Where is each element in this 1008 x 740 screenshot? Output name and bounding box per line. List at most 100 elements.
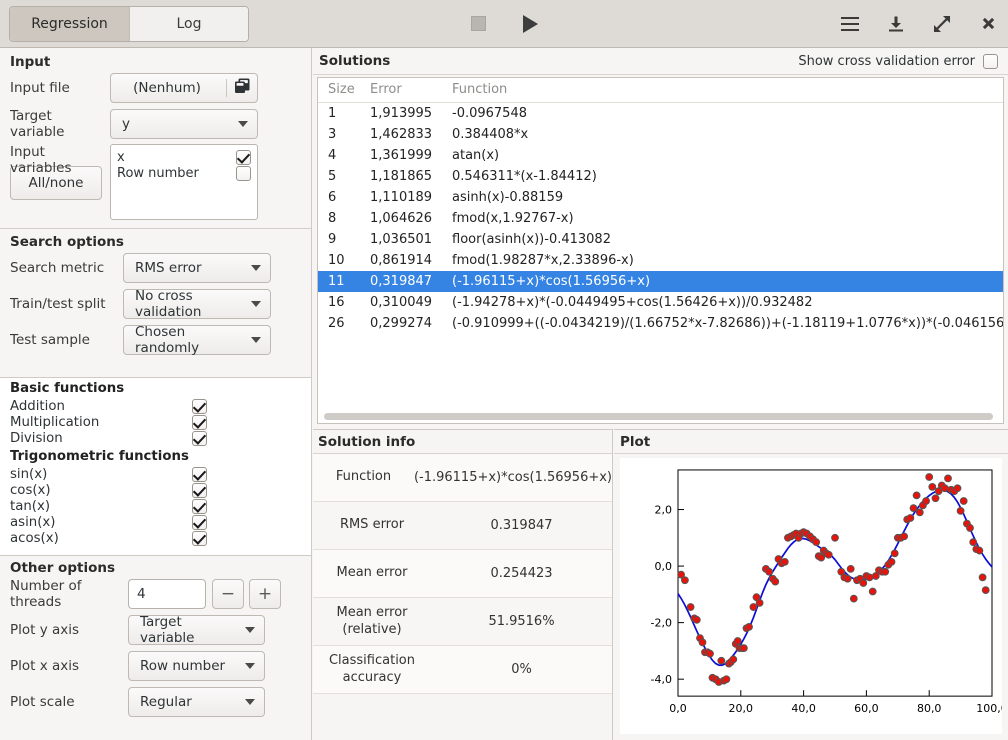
function-label: asin(x)	[10, 514, 56, 530]
function-row-tan[interactable]: tan(x)	[0, 498, 311, 514]
plus-icon: +	[257, 584, 273, 604]
stop-button[interactable]	[463, 9, 493, 39]
list-item[interactable]: x	[117, 149, 251, 165]
solution-info-empty-row	[313, 694, 612, 740]
solution-info-key: Mean error (relative)	[336, 605, 408, 637]
cross-validation-checkbox[interactable]	[983, 53, 998, 69]
maximize-icon	[934, 15, 950, 32]
application-window: Regression Log Input Input file (Nenhum)…	[0, 0, 1008, 740]
data-point	[975, 546, 984, 555]
data-point	[745, 623, 753, 631]
data-point	[686, 603, 695, 611]
function-checkbox-sin[interactable]	[192, 466, 207, 482]
chevron-down-icon	[245, 699, 255, 705]
cross-validation-toggle[interactable]: Show cross validation error	[798, 53, 998, 69]
function-checkbox-division[interactable]	[192, 430, 207, 446]
cell-size: 3	[328, 127, 337, 142]
data-point	[928, 483, 937, 491]
run-button[interactable]	[515, 9, 545, 39]
plot-x-axis-select[interactable]: Row number	[128, 651, 265, 681]
menu-button[interactable]	[836, 10, 864, 38]
plot-canvas[interactable]: 2,0 0,0 -2,0 -4,0 0,0 20,0 40,0 60,0 80,0 100,0	[620, 458, 1002, 734]
table-row[interactable]: 9 1,036501 floor(asinh(x))-0.413082	[318, 229, 1003, 250]
hamburger-menu-icon	[841, 16, 859, 31]
cell-error: 1,913995	[370, 106, 433, 121]
chevron-down-icon	[245, 627, 255, 633]
chevron-down-icon	[245, 663, 255, 669]
train-test-split-select[interactable]: No cross validation	[123, 288, 271, 320]
variable-checkbox-row-number[interactable]	[236, 165, 251, 181]
table-row[interactable]: 11 0,319847 (-1.96115+x)*cos(1.56956+x)	[318, 271, 1003, 292]
threads-increment-button[interactable]: +	[249, 579, 281, 609]
data-point	[909, 504, 918, 513]
data-point	[812, 538, 821, 546]
search-metric-value: RMS error	[135, 260, 202, 276]
cell-size: 9	[328, 232, 337, 247]
data-point	[771, 577, 780, 586]
function-row-cos[interactable]: cos(x)	[0, 482, 311, 498]
table-row[interactable]: 6 1,110189 asinh(x)-0.88159	[318, 187, 1003, 208]
data-point	[915, 508, 924, 517]
data-point	[925, 473, 934, 481]
plot-title: Plot	[620, 433, 651, 450]
function-row-acos[interactable]: acos(x)	[0, 530, 311, 546]
tab-log[interactable]: Log	[129, 6, 248, 41]
data-point	[824, 550, 833, 559]
column-header-size[interactable]: Size	[318, 78, 370, 103]
function-checkbox-multiplication[interactable]	[192, 414, 207, 430]
function-checkbox-acos[interactable]	[192, 530, 207, 546]
cell-function: fmod(1.98287*x,2.33896-x)	[452, 253, 634, 268]
data-point	[681, 576, 689, 585]
test-sample-select[interactable]: Chosen randomly	[123, 324, 271, 356]
list-item[interactable]: Row number	[117, 165, 251, 181]
cell-size: 10	[328, 253, 345, 268]
variable-checkbox-x[interactable]	[236, 149, 251, 165]
input-variables-list[interactable]: x Row number	[110, 144, 258, 220]
function-label: tan(x)	[10, 498, 51, 514]
search-metric-select[interactable]: RMS error	[123, 253, 271, 283]
variable-name: Row number	[117, 165, 199, 181]
train-test-split-value: No cross validation	[135, 288, 202, 320]
table-row[interactable]: 5 1,181865 0.546311*(x-1.84412)	[318, 166, 1003, 187]
table-row[interactable]: 10 0,861914 fmod(1.98287*x,2.33896-x)	[318, 250, 1003, 271]
function-row-asin[interactable]: asin(x)	[0, 514, 311, 530]
maximize-button[interactable]	[928, 10, 956, 38]
function-checkbox-cos[interactable]	[192, 482, 207, 498]
plot-scale-select[interactable]: Regular	[128, 687, 265, 717]
function-row-division[interactable]: Division	[0, 430, 311, 446]
plot-y-axis-select[interactable]: Target variable	[128, 614, 265, 646]
column-header-function[interactable]: Function	[452, 78, 1003, 103]
function-row-multiplication[interactable]: Multiplication	[0, 414, 311, 430]
tab-regression[interactable]: Regression	[10, 6, 129, 41]
function-checkbox-tan[interactable]	[192, 498, 207, 514]
close-button[interactable]	[974, 10, 1002, 38]
table-row[interactable]: 1 1,913995 -0.0967548	[318, 103, 1003, 125]
plot-y-axis-label: Plot y axis	[10, 622, 80, 638]
column-header-error[interactable]: Error	[370, 78, 452, 103]
table-row[interactable]: 26 0,299274 (-0.910999+((-0.0434219)/(1.66…	[318, 313, 1003, 334]
solutions-title: Solutions	[319, 53, 391, 69]
cell-function: atan(x)	[452, 148, 500, 163]
download-button[interactable]	[882, 10, 910, 38]
data-point	[953, 484, 962, 493]
solution-info-key: Mean error	[336, 565, 408, 581]
table-row[interactable]: 4 1,361999 atan(x)	[318, 145, 1003, 166]
function-row-addition[interactable]: Addition	[0, 398, 311, 414]
solutions-table-container[interactable]: Size Error Function 1 1,913995 -0.0967548 3…	[317, 77, 1004, 424]
function-checkbox-addition[interactable]	[192, 398, 207, 414]
table-row[interactable]: 3 1,462833 0.384408*x	[318, 124, 1003, 145]
data-point	[931, 494, 940, 503]
function-checkbox-asin[interactable]	[192, 514, 207, 530]
threads-decrement-button[interactable]: −	[212, 579, 244, 609]
function-row-sin[interactable]: sin(x)	[0, 466, 311, 482]
table-row[interactable]: 8 1,064626 fmod(x,1.92767-x)	[318, 208, 1003, 229]
table-row[interactable]: 16 0,310049 (-1.94278+x)*(-0.0449495+cos(1…	[318, 292, 1003, 313]
search-options-title: Search options	[10, 234, 124, 250]
plot-header: Plot	[614, 430, 1008, 454]
threads-input[interactable]: 4	[128, 579, 206, 609]
target-variable-select[interactable]: y	[110, 109, 258, 139]
horizontal-scrollbar[interactable]	[324, 413, 993, 420]
functions-list[interactable]: Basic functions Addition Multiplication …	[0, 377, 311, 556]
cell-size: 8	[328, 211, 337, 226]
input-file-button[interactable]: (Nenhum)	[110, 73, 258, 103]
